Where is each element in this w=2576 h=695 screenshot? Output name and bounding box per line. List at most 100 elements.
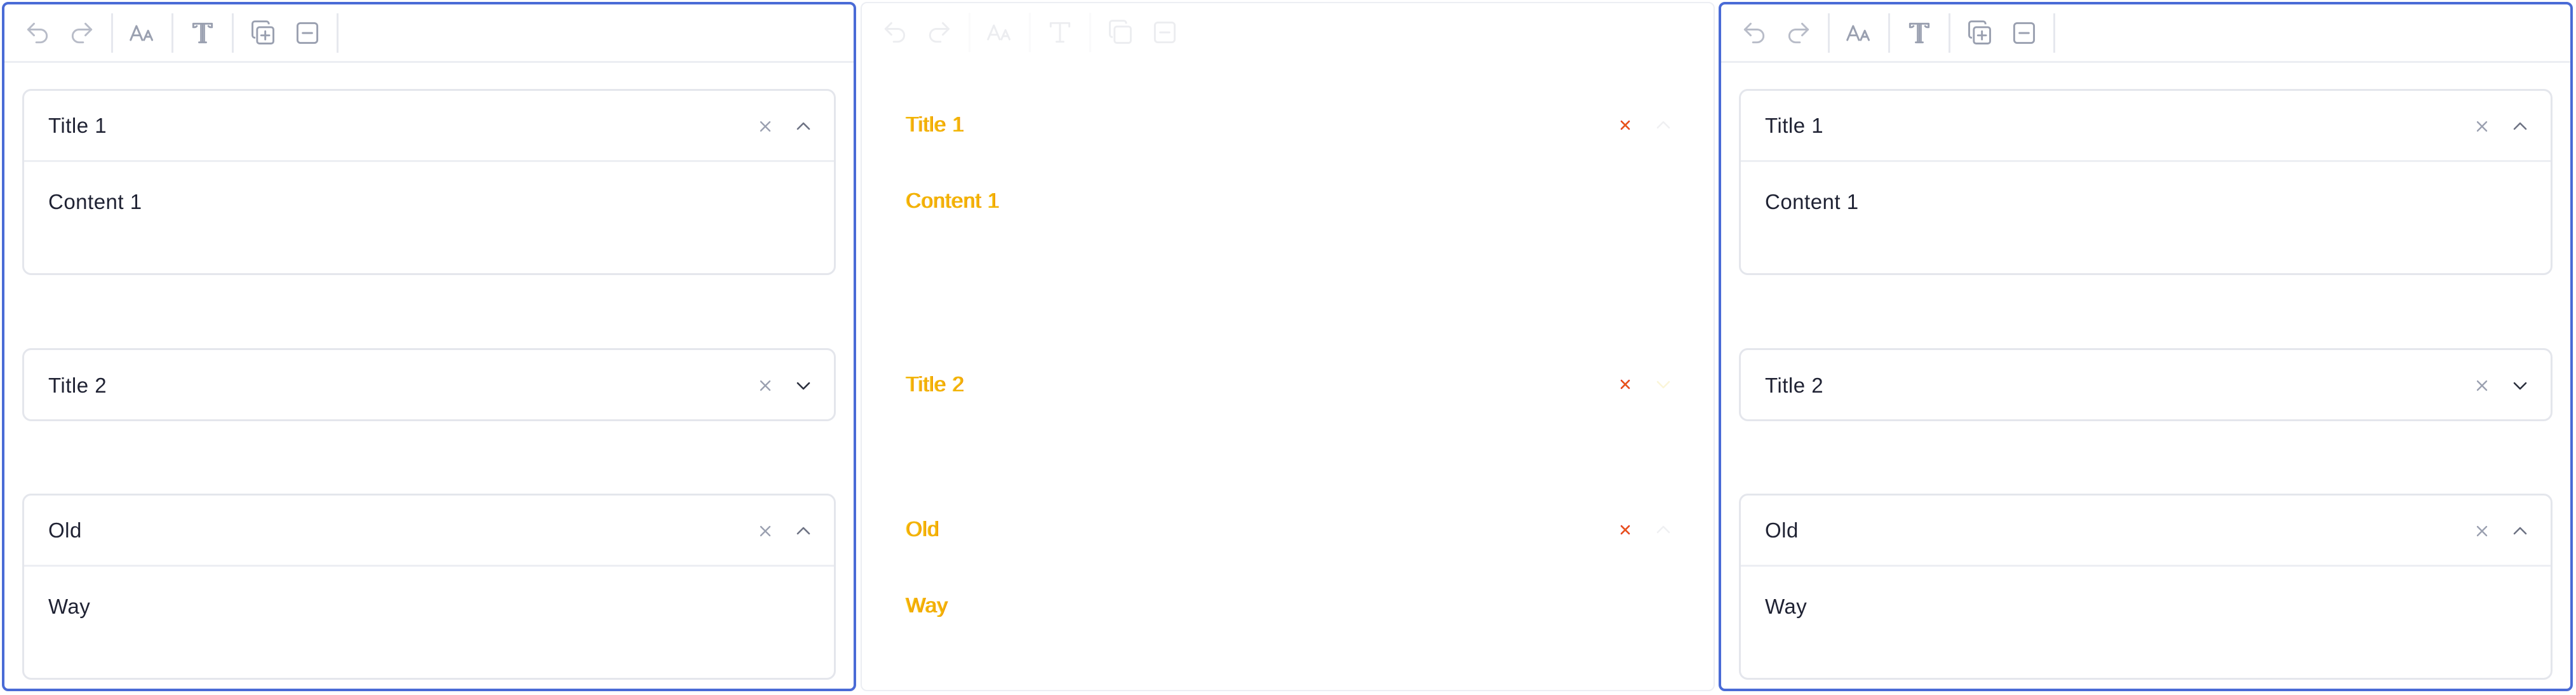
font-size-button[interactable] <box>127 18 158 48</box>
toolbar-divider <box>1029 13 1031 52</box>
remove-icon <box>1153 21 1176 44</box>
editor-panel-right: Title 1 Content 1 Title 2 Old Way <box>1719 2 2573 691</box>
duplicate-button <box>1105 17 1136 48</box>
collapse-item-header[interactable]: Title 2 <box>24 350 834 419</box>
font-size-icon <box>1846 25 1870 41</box>
close-icon[interactable] <box>2469 518 2495 544</box>
remove-icon <box>2013 22 2036 44</box>
toolbar <box>1721 4 2570 63</box>
collapse-item-title[interactable]: Old <box>48 518 82 543</box>
collapse-item: Old Way <box>1739 494 2553 680</box>
collapse-item-title: Title 1 <box>906 112 965 136</box>
collapse-item-content: Way <box>906 593 948 617</box>
redo-icon <box>71 22 93 43</box>
toolbar-divider <box>1949 13 1950 53</box>
font-size-button[interactable] <box>1844 18 1874 48</box>
close-icon[interactable] <box>753 373 778 398</box>
toolbar-divider <box>1828 13 1830 53</box>
editor-panel-left: Title 1 Content 1 Title 2 Old Way <box>2 2 856 691</box>
chevron-up-icon <box>1649 516 1677 544</box>
collapse-item-header[interactable]: Title 1 <box>24 91 834 162</box>
collapse-item-content[interactable]: Content 1 <box>24 162 834 273</box>
toolbar-divider <box>111 13 113 53</box>
font-size-button <box>984 17 1015 48</box>
text-style-button[interactable] <box>1904 18 1935 48</box>
chevron-up-icon[interactable] <box>789 517 817 545</box>
chevron-up-icon[interactable] <box>789 112 817 140</box>
collapse-item-content: Content 1 <box>906 189 1000 212</box>
remove-button[interactable] <box>292 18 323 48</box>
duplicate-button[interactable] <box>1964 18 1995 48</box>
close-icon[interactable] <box>753 518 778 544</box>
redo-icon <box>1788 22 1809 43</box>
collapse-item: Title 1 Content 1 <box>22 89 836 275</box>
toolbar-divider <box>2053 13 2055 53</box>
collapse-item-title[interactable]: Old <box>1765 518 1799 543</box>
collapse-item-title: Old <box>906 516 939 541</box>
collapse-item: Old Way <box>22 494 836 680</box>
chevron-down-icon <box>1649 370 1677 398</box>
close-icon <box>1613 372 1638 397</box>
close-icon[interactable] <box>2469 373 2495 398</box>
collapse-item: Title 1 Content 1 <box>1739 89 2553 275</box>
text-style-icon <box>1909 22 1930 43</box>
undo-icon <box>1743 22 1765 43</box>
toolbar-divider <box>1888 13 1890 53</box>
undo-icon <box>27 22 48 43</box>
collapse-item-title[interactable]: Title 2 <box>1765 374 1823 398</box>
redo-button[interactable] <box>1783 18 1814 48</box>
undo-icon <box>884 22 906 43</box>
duplicate-icon <box>1109 20 1132 44</box>
undo-button[interactable] <box>1739 18 1769 48</box>
chevron-up-icon[interactable] <box>2506 517 2534 545</box>
collapse-item-header[interactable]: Title 1 <box>1741 91 2551 162</box>
chevron-up-icon <box>1649 111 1677 139</box>
redo-button <box>924 17 955 48</box>
collapse-item-title[interactable]: Title 1 <box>1765 114 1823 138</box>
collapse-item: Title 2 <box>22 348 836 421</box>
undo-button[interactable] <box>22 18 53 48</box>
diff-panel: Title 1 Content 1 Title 2 Old Way <box>861 2 1715 691</box>
collapse-item: Old Way <box>880 492 1696 678</box>
collapse-item-header: Title 1 <box>882 90 1694 161</box>
font-size-icon <box>987 24 1011 41</box>
chevron-up-icon[interactable] <box>2506 112 2534 140</box>
text-style-button <box>1045 17 1075 48</box>
font-size-icon <box>130 25 154 41</box>
collapse-item-header[interactable]: Old <box>24 496 834 567</box>
redo-icon <box>929 22 950 43</box>
duplicate-button[interactable] <box>248 18 278 48</box>
collapse-item-header: Title 2 <box>882 349 1694 418</box>
toolbar <box>4 4 854 63</box>
collapse-item: Title 1 Content 1 <box>880 88 1696 274</box>
text-style-icon <box>192 22 213 43</box>
duplicate-icon <box>1968 20 1991 44</box>
toolbar-divider <box>1089 13 1091 52</box>
collapse-item: Title 2 <box>1739 348 2553 421</box>
close-icon <box>1613 517 1638 543</box>
collapse-item-header[interactable]: Old <box>1741 496 2551 567</box>
collapse-item-title: Title 2 <box>906 372 965 396</box>
toolbar-divider <box>232 13 234 53</box>
close-icon <box>1613 112 1638 138</box>
toolbar-divider <box>337 13 339 53</box>
collapse-item-content[interactable]: Way <box>1741 567 2551 678</box>
collapse-item-content[interactable]: Way <box>24 567 834 678</box>
close-icon[interactable] <box>2469 114 2495 139</box>
collapse-item-title[interactable]: Title 2 <box>48 374 107 398</box>
collapse-item-header[interactable]: Title 2 <box>1741 350 2551 419</box>
collapse-item-content[interactable]: Content 1 <box>1741 162 2551 273</box>
undo-button <box>880 17 910 48</box>
chevron-down-icon[interactable] <box>2506 372 2534 400</box>
text-style-button[interactable] <box>187 18 218 48</box>
close-icon[interactable] <box>753 114 778 139</box>
redo-button[interactable] <box>67 18 97 48</box>
toolbar-divider <box>969 13 970 52</box>
collapse-item-header: Old <box>882 494 1694 565</box>
remove-button[interactable] <box>2009 18 2039 48</box>
toolbar-divider <box>171 13 173 53</box>
remove-icon <box>296 22 319 44</box>
toolbar <box>862 3 1714 62</box>
chevron-down-icon[interactable] <box>789 372 817 400</box>
collapse-item-title[interactable]: Title 1 <box>48 114 107 138</box>
